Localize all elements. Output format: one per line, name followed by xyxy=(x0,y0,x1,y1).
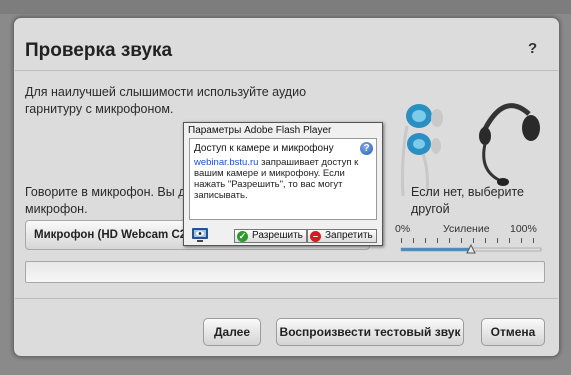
deny-button-label: Запретить xyxy=(325,230,373,241)
mic-level-meter xyxy=(25,261,545,283)
flash-settings-panel: Параметры Adobe Flash Player Доступ к ка… xyxy=(183,122,383,246)
intro-text: Для наилучшей слышимости используйте ауд… xyxy=(25,85,307,116)
speak-text-left: Говорите в микрофон. Вы дол xyxy=(25,185,200,199)
backdrop-strip-top xyxy=(0,0,571,14)
flash-help-icon[interactable]: ? xyxy=(360,142,373,155)
gain-label: Усиление xyxy=(443,223,490,235)
footer-divider xyxy=(15,298,558,299)
flash-panel-body: Доступ к камере и микрофону ? webinar.bs… xyxy=(189,138,377,220)
flash-panel-heading: Доступ к камере и микрофону xyxy=(194,143,334,154)
next-button[interactable]: Далее xyxy=(203,318,261,346)
deny-icon: – xyxy=(310,231,321,242)
monitor-icon[interactable] xyxy=(191,227,209,243)
dialog-title: Проверка звука xyxy=(25,40,173,61)
flash-panel-message: webinar.bstu.ru запрашивает доступ к ваш… xyxy=(194,157,370,201)
speak-text-line2: микрофон. xyxy=(25,202,88,216)
gain-track-fill xyxy=(401,248,471,251)
allow-button[interactable]: ✓ Разрешить xyxy=(234,229,307,243)
headset-illustration xyxy=(401,103,540,197)
gain-max-label: 100% xyxy=(510,223,537,235)
check-icon: ✓ xyxy=(237,231,248,242)
title-divider xyxy=(15,70,558,71)
gain-control: 0% Усиление 100% xyxy=(395,223,545,263)
headset-icon xyxy=(479,103,540,186)
deny-button[interactable]: – Запретить xyxy=(307,229,377,243)
flash-panel-title: Параметры Adobe Flash Player xyxy=(188,125,332,136)
speak-text-right: Если нет, выберите другой xyxy=(411,185,524,216)
earbuds-icon xyxy=(401,104,443,197)
gain-min-label: 0% xyxy=(395,223,411,235)
cancel-button[interactable]: Отмена xyxy=(481,318,545,346)
play-test-sound-button[interactable]: Воспроизвести тестовый звук xyxy=(276,318,464,346)
allow-button-label: Разрешить xyxy=(252,230,303,241)
gain-slider[interactable] xyxy=(395,237,545,261)
site-link[interactable]: webinar.bstu.ru xyxy=(194,157,258,168)
help-button[interactable]: ? xyxy=(528,40,537,57)
